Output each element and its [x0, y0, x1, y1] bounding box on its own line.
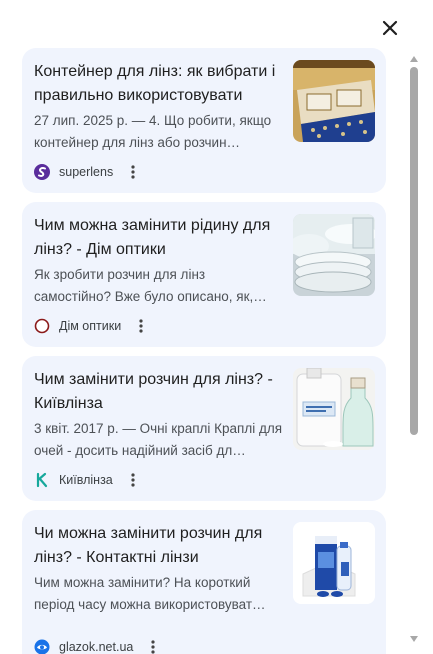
more-vertical-icon[interactable] [134, 316, 148, 336]
scrollbar[interactable] [408, 56, 420, 654]
white-dishes-thumbnail[interactable] [293, 214, 375, 296]
glazok-logo-icon [34, 639, 50, 654]
scrollbar-thumb[interactable] [410, 67, 418, 435]
source-site[interactable]: glazok.net.ua [34, 636, 160, 654]
dim-optyky-logo-icon [34, 318, 50, 334]
sources-list: Контейнер для лінз: як вибрати і правиль… [22, 48, 386, 654]
scroll-up-arrow-icon[interactable] [410, 56, 418, 62]
source-snippet: Як зробити розчин для лінз самостійно? В… [34, 267, 267, 304]
source-title[interactable]: Чим замінити розчин для лінз? - Київлінз… [34, 368, 282, 416]
more-vertical-icon[interactable] [126, 162, 140, 182]
scroll-down-arrow-icon[interactable] [410, 636, 418, 642]
kyivlinza-logo-icon [34, 472, 50, 488]
source-card[interactable]: Чи можна замінити розчин для лінз? - Кон… [22, 510, 386, 654]
source-site[interactable]: superlens [34, 161, 140, 183]
source-card[interactable]: Контейнер для лінз: як вибрати і правиль… [22, 48, 386, 193]
source-name: superlens [59, 165, 114, 179]
source-snippet: 27 лип. 2025 р. — 4. Що робити, якщо кон… [34, 113, 272, 150]
source-card[interactable]: Чим можна замінити рідину для лінз? - Ді… [22, 202, 386, 347]
source-title[interactable]: Чи можна замінити розчин для лінз? - Кон… [34, 522, 282, 570]
more-vertical-icon[interactable] [146, 637, 160, 654]
source-title[interactable]: Контейнер для лінз: як вибрати і правиль… [34, 60, 282, 108]
source-name: glazok.net.ua [59, 640, 134, 654]
lens-case-thumbnail[interactable] [293, 60, 375, 142]
source-name: Київлінза [59, 473, 113, 487]
more-vertical-icon[interactable] [126, 470, 140, 490]
source-site[interactable]: Дім оптики [34, 315, 148, 337]
superlens-logo-icon [34, 164, 50, 180]
close-button[interactable] [376, 14, 404, 42]
source-snippet: 3 квіт. 2017 р. — Очні краплі Краплі для… [34, 421, 283, 458]
source-card[interactable]: Чим замінити розчин для лінз? - Київлінз… [22, 356, 386, 501]
distilled-water-thumbnail[interactable] [293, 368, 375, 450]
close-icon [382, 20, 398, 36]
lens-solution-thumbnail[interactable] [293, 522, 375, 604]
source-title[interactable]: Чим можна замінити рідину для лінз? - Ді… [34, 214, 282, 262]
ai-overview-sources-panel: Контейнер для лінз: як вибрати і правиль… [0, 0, 433, 654]
source-site[interactable]: Київлінза [34, 469, 140, 491]
source-name: Дім оптики [59, 319, 122, 333]
source-snippet: Чим можна замінити? На короткий період ч… [34, 575, 266, 612]
